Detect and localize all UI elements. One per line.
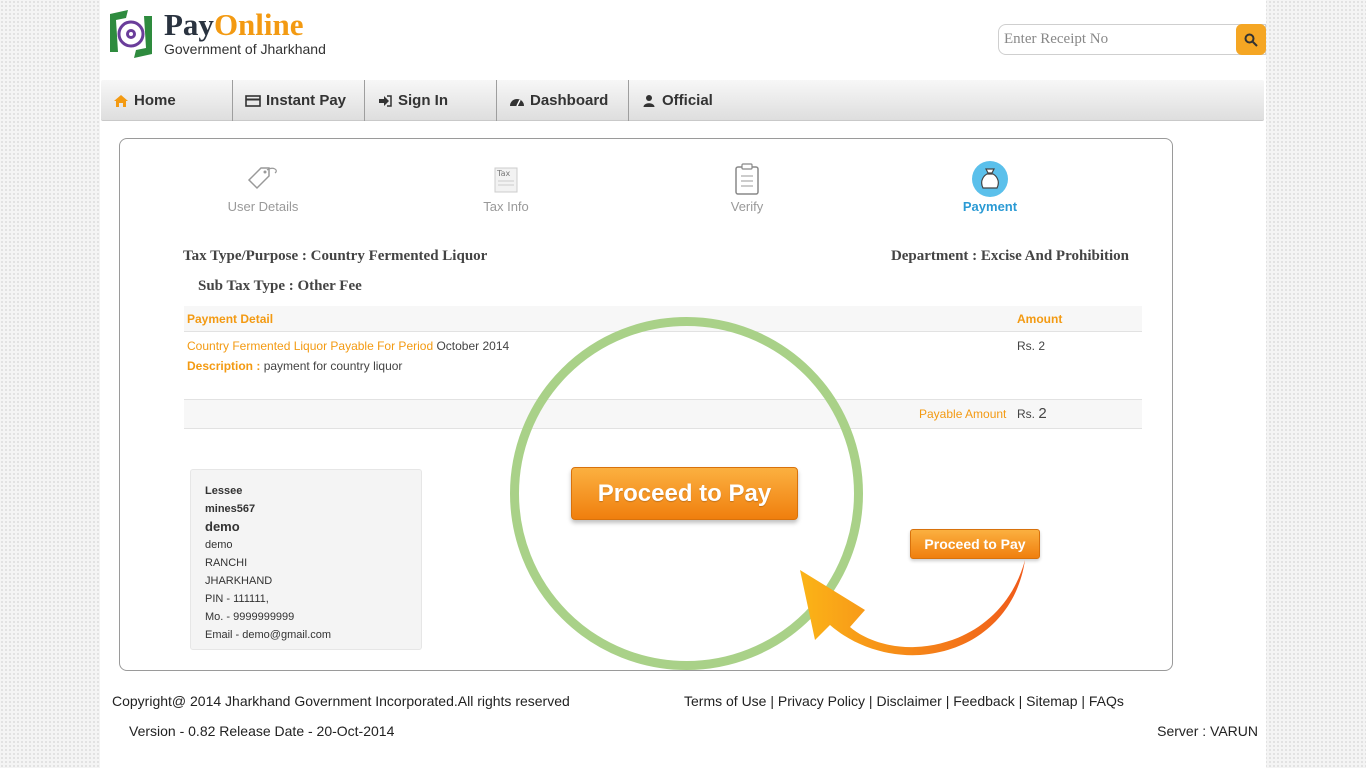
nav-instant-pay[interactable]: Instant Pay [233,80,365,121]
nav-instant-pay-label: Instant Pay [266,92,347,109]
footer: Copyright@ 2014 Jharkhand Government Inc… [104,686,1258,754]
clipboard-icon [687,160,807,198]
nav-dashboard-label: Dashboard [530,92,609,109]
jharkhand-logo [106,8,156,60]
footer-link-feedback[interactable]: Feedback [953,693,1014,709]
brand: PayOnline Government of Jharkhand [164,8,326,58]
step-verify-label: Verify [730,199,764,214]
description-value: payment for country liquor [263,359,403,373]
nav-dashboard[interactable]: Dashboard [497,80,629,121]
address-state: JHARKHAND [205,575,273,587]
col-amount: Amount [1017,312,1063,326]
brand-subtitle: Government of Jharkhand [164,41,326,57]
tax-type: Tax Type/Purpose : Country Fermented Liq… [183,248,488,264]
footer-link-privacy[interactable]: Privacy Policy [778,693,865,709]
payment-amount: Rs. 2 [1017,339,1046,353]
payment-detail-row: Country Fermented Liquor Payable For Per… [187,339,509,353]
payable-amount-label: Payable Amount [919,407,1007,421]
sub-tax-type: Sub Tax Type : Other Fee [198,278,362,294]
address-title: Lessee [205,485,243,497]
proceed-to-pay-zoomed-button[interactable]: Proceed to Pay [571,467,798,520]
brand-title: PayOnline [164,8,326,42]
address-name: demo [205,519,240,534]
address-email: Email - demo@gmail.com [205,629,332,641]
pointer-arrow-icon [800,560,1025,656]
footer-separator: | [1018,693,1023,709]
payable-currency: Rs. [1017,407,1035,421]
footer-version: Version - 0.82 Release Date - 20-Oct-201… [129,723,395,739]
tax-icon: Tax [446,160,566,198]
footer-separator: | [770,693,774,709]
footer-separator: | [945,693,950,709]
payment-period: October 2014 [436,339,510,353]
step-user-details-label: User Details [227,199,299,214]
main-nav: Home Instant Pay Sign In Dashboard Offic… [101,80,1264,121]
step-payment: Payment [930,160,1050,214]
address-mobile: Mo. - 9999999999 [205,611,295,623]
footer-copyright: Copyright@ 2014 Jharkhand Government Inc… [112,693,570,709]
step-user-details: User Details [203,160,323,214]
address-city: RANCHI [205,557,248,569]
address-username: mines567 [205,503,256,515]
payable-value: 2 [1038,405,1047,422]
dashboard-icon [509,93,525,109]
department: Department : Excise And Prohibition [890,248,1129,264]
footer-link-disclaimer[interactable]: Disclaimer [876,693,941,709]
payment-item: Country Fermented Liquor Payable For Per… [187,339,434,353]
nav-home-label: Home [134,92,176,109]
description-label: Description : [187,359,261,373]
nav-official-label: Official [662,92,713,109]
search-icon [1244,33,1258,47]
footer-link-faqs[interactable]: FAQs [1089,693,1124,709]
search-button[interactable] [1236,24,1266,55]
nav-sign-in[interactable]: Sign In [365,80,497,121]
address-pin: PIN - 111111, [205,593,269,605]
nav-sign-in-label: Sign In [398,92,448,109]
money-bag-icon [930,160,1050,198]
step-tax-info-label: Tax Info [483,199,529,214]
sign-in-icon [377,93,393,109]
svg-text:Tax: Tax [496,169,510,178]
tag-icon [203,160,323,198]
step-tax-info: Tax Tax Info [446,160,566,214]
footer-separator: | [1081,693,1086,709]
footer-links: Terms of Use | Privacy Policy | Disclaim… [684,693,1124,709]
footer-separator: | [868,693,873,709]
receipt-search [998,24,1266,55]
footer-server: Server : VARUN [1157,723,1258,739]
payable-amount-value: Rs. 2 [1017,405,1047,422]
home-icon [113,93,129,109]
user-icon [641,93,657,109]
lessee-address-card: Lessee mines567 demo demo RANCHI JHARKHA… [190,469,422,650]
brand-title-pay: Pay [164,7,214,42]
nav-home[interactable]: Home [101,80,233,121]
col-payment-detail: Payment Detail [187,312,274,326]
step-payment-label: Payment [962,199,1018,214]
footer-link-sitemap[interactable]: Sitemap [1026,693,1077,709]
nav-official[interactable]: Official [629,80,761,121]
receipt-search-input[interactable] [999,25,1231,54]
step-verify: Verify [687,160,807,214]
address-line1: demo [205,539,233,551]
payment-description: Description : payment for country liquor [187,359,402,373]
footer-link-terms[interactable]: Terms of Use [684,693,766,709]
brand-title-online: Online [213,7,304,42]
credit-card-icon [245,93,261,109]
